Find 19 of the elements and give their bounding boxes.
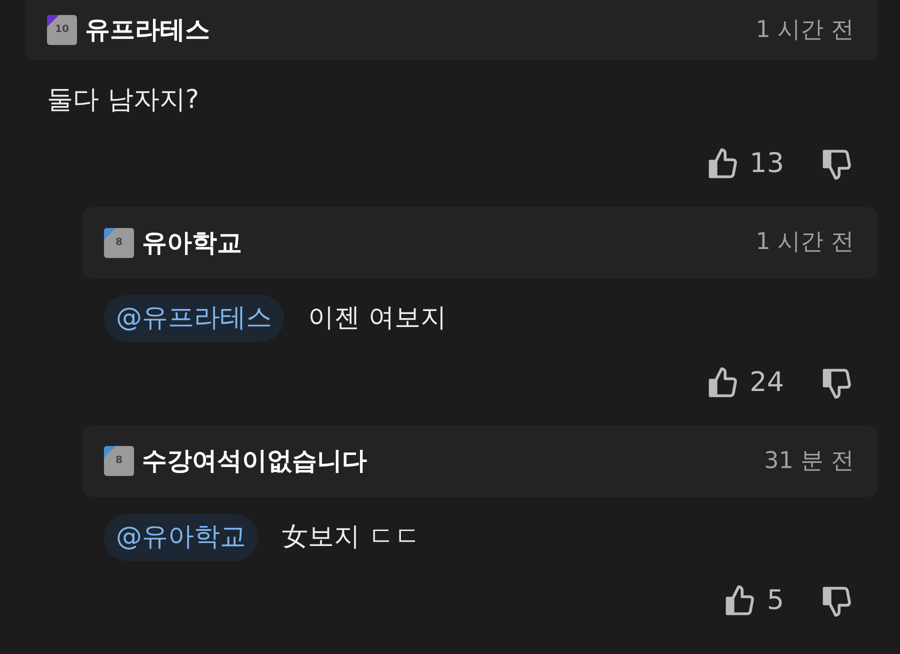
like-count: 24	[750, 366, 784, 400]
mention-tag[interactable]: @유아학교	[104, 514, 258, 560]
mention-tag[interactable]: @유프라테스	[104, 295, 284, 342]
author-name[interactable]: 유프라테스	[85, 11, 210, 49]
level-badge: 8	[104, 446, 134, 476]
thumbs-down-icon[interactable]	[820, 584, 854, 618]
author-name[interactable]: 수강여석이없습니다	[142, 442, 367, 480]
comment-text: 둘다 남자지?	[47, 84, 200, 116]
timestamp: 31 분 전	[764, 446, 854, 476]
level-badge: 10	[47, 15, 77, 45]
timestamp: 1 시간 전	[756, 228, 854, 258]
comment-text: 女보지 ㄷㄷ	[282, 520, 420, 554]
like-count: 5	[766, 584, 784, 618]
like-count: 13	[750, 147, 784, 181]
author-name[interactable]: 유아학교	[142, 224, 242, 262]
comment-text: 이젠 여보지	[308, 302, 446, 335]
thumbs-down-icon[interactable]	[820, 147, 854, 182]
timestamp: 1 시간 전	[756, 16, 854, 45]
level-badge: 8	[104, 228, 134, 258]
